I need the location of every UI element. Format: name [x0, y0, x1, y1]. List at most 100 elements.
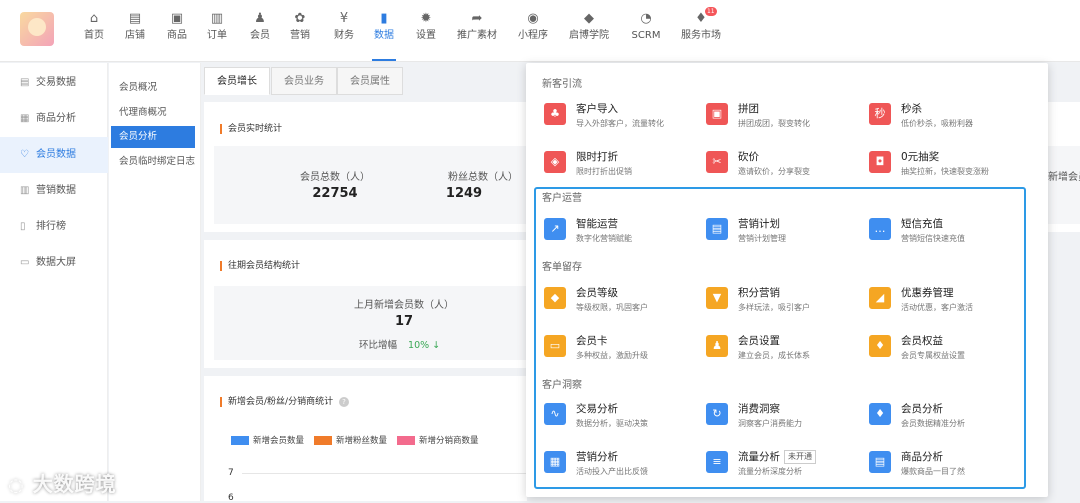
menu-item-title-text: 商品分析: [901, 451, 943, 463]
sidebar-item-marketing-data[interactable]: ▥ 营销数据: [0, 173, 108, 209]
menu-item-title-text: 会员等级: [576, 287, 618, 299]
lottery-icon: ◘: [869, 151, 891, 173]
subnav-item[interactable]: 会员分析: [111, 126, 195, 148]
nav-miniapp[interactable]: ◉ 小程序: [516, 10, 550, 50]
menu-item-desc: 邀请砍价，分享裂变: [738, 167, 810, 176]
nav-goods[interactable]: ▣ 商品: [165, 10, 189, 50]
menu-item-discount[interactable]: ◈ 限时打折 限时打折出促销: [544, 149, 704, 183]
data-sidebar: ▤ 交易数据 ▦ 商品分析 ♡ 会员数据 ▥ 营销数据 ▯ 排行榜 ▭ 数据大屏: [0, 63, 108, 501]
points-icon: ▼: [706, 287, 728, 309]
nav-marketing[interactable]: ✿ 营销: [288, 10, 312, 50]
subnav-item[interactable]: 会员概况: [111, 77, 195, 99]
menu-item-product-analysis[interactable]: ▤ 商品分析 爆款商品一目了然: [869, 449, 1029, 483]
home-icon: ⌂: [89, 11, 99, 26]
member-card-icon: ▭: [544, 335, 566, 357]
down-arrow-icon: ↓: [432, 340, 441, 351]
member-subnav: 会员概况代理商概况 会员分析会员临时绑定日志: [109, 63, 201, 501]
menu-item-member-analysis[interactable]: ♦ 会员分析 会员数据精准分析: [869, 401, 1029, 435]
marketing-apps-dropdown: 新客引流 ♣ 客户导入 导入外部客户，流量转化 ▣ 拼团 拼团成团，裂变转化 秒秒杀 低价秒杀，…: [526, 63, 1048, 497]
menu-item-customer-import[interactable]: ♣ 客户导入 导入外部客户，流量转化: [544, 101, 704, 135]
ring-growth-value: 10%: [408, 340, 430, 351]
order-icon: ▥: [210, 11, 224, 26]
last-month-new-value: 17: [394, 314, 414, 329]
menu-item-title: 砍价: [738, 149, 759, 164]
menu-item-desc: 拼团成团，裂变转化: [738, 119, 810, 128]
consumption-icon: ↻: [706, 403, 728, 425]
sidebar-item-trade[interactable]: ▤ 交易数据: [0, 65, 108, 101]
tab-member-1[interactable]: 会员业务: [271, 67, 337, 95]
menu-item-desc: 低价秒杀，吸粉利器: [901, 119, 973, 128]
notification-badge: 11: [704, 7, 717, 16]
menu-item-title-text: 秒杀: [901, 103, 922, 115]
tab-member-0[interactable]: 会员增长: [204, 67, 270, 95]
nav-store[interactable]: ▤ 店铺: [123, 10, 147, 50]
menu-item-lottery[interactable]: ◘ 0元抽奖 抽奖拉新，快速裂变涨粉: [869, 149, 1029, 183]
nav-market[interactable]: ♦ 服务市场 11: [679, 7, 723, 50]
sidebar-item-member-data[interactable]: ♡ 会员数据: [0, 137, 108, 173]
nav-scrm[interactable]: ◔ SCRM: [630, 10, 662, 50]
nav-share[interactable]: ➦ 推广素材: [455, 10, 499, 50]
menu-item-smart-ops[interactable]: ↗ 智能运营 数字化营销赋能: [544, 216, 704, 250]
menu-item-title: 拼团: [738, 101, 759, 116]
nav-academy[interactable]: ◆ 启博学院: [567, 10, 611, 50]
nav-label: 财务: [334, 30, 354, 41]
menu-item-title: 限时打折: [576, 149, 618, 164]
marketing-analysis-icon: ▦: [544, 451, 566, 473]
nav-member[interactable]: ♟ 会员: [248, 10, 272, 50]
menu-item-title-text: 砍价: [738, 151, 759, 163]
menu-item-member-card[interactable]: ▭ 会员卡 多种权益，激励升级: [544, 333, 704, 367]
legend-label: 新增分销商数量: [419, 436, 479, 446]
menu-item-plan[interactable]: ▤ 营销计划 营销计划管理: [706, 216, 866, 250]
menu-item-member-settings[interactable]: ♟ 会员设置 建立会员，成长体系: [706, 333, 866, 367]
sidebar-item-goods-analysis[interactable]: ▦ 商品分析: [0, 101, 108, 137]
member-analysis-icon: ♦: [869, 403, 891, 425]
menu-item-points[interactable]: ▼ 积分营销 多样玩法，吸引客户: [706, 285, 866, 319]
legend-item[interactable]: 新增分销商数量: [397, 436, 479, 446]
menu-item-coupon[interactable]: ◢ 优惠券管理 活动优惠，客户激活: [869, 285, 1029, 319]
nav-home[interactable]: ⌂ 首页: [82, 10, 106, 50]
tab-member-2[interactable]: 会员属性: [337, 67, 403, 95]
legend-label: 新增粉丝数量: [336, 436, 388, 446]
sidebar-item-screen[interactable]: ▭ 数据大屏: [0, 245, 108, 281]
legend-swatch: [314, 436, 333, 445]
menu-item-marketing-analysis[interactable]: ▦ 营销分析 活动投入产出比反馈: [544, 449, 704, 483]
nav-order[interactable]: ▥ 订单: [205, 10, 229, 50]
menu-item-title: 交易分析: [576, 401, 618, 416]
menu-item-member-level[interactable]: ◆ 会员等级 等级权限，巩固客户: [544, 285, 704, 319]
legend-item[interactable]: 新增粉丝数量: [314, 436, 387, 446]
menu-item-member-rights[interactable]: ♦ 会员权益 会员专属权益设置: [869, 333, 1029, 367]
realtime-stats-title: 会员实时统计: [220, 124, 282, 134]
member-data-icon: ♡: [20, 149, 29, 160]
new-member-label-cut: 新增会员: [1048, 172, 1080, 183]
marketing-icon: ✿: [294, 11, 306, 26]
nav-data[interactable]: ▮ 数据: [372, 10, 396, 61]
menu-item-trade-analysis[interactable]: ∿ 交易分析 数据分析，驱动决策: [544, 401, 704, 435]
finance-icon: ¥: [339, 11, 349, 26]
menu-item-title-text: 交易分析: [576, 403, 618, 415]
help-icon[interactable]: ?: [338, 397, 349, 407]
menu-item-flash-sale[interactable]: 秒秒杀 低价秒杀，吸粉利器: [869, 101, 1029, 135]
legend-item[interactable]: 新增会员数量: [231, 436, 304, 446]
miniapp-icon: ◉: [527, 11, 539, 26]
menu-item-title-text: 营销计划: [738, 218, 780, 230]
nav-finance[interactable]: ¥ 财务: [332, 10, 356, 50]
trade-icon: ▤: [20, 77, 30, 88]
sms-icon: …: [869, 218, 891, 240]
menu-item-bargain[interactable]: ✂ 砍价邀请砍价，分享裂变: [706, 149, 866, 183]
menu-item-consumption[interactable]: ↻ 消费洞察 洞察客户消费能力: [706, 401, 866, 435]
sidebar-item-label: 数据大屏: [36, 257, 76, 268]
subnav-item[interactable]: 代理商概况: [111, 102, 195, 124]
menu-item-title-text: 会员设置: [738, 335, 780, 347]
bargain-icon: ✂: [706, 151, 728, 173]
menu-item-title: 消费洞察: [738, 401, 780, 416]
store-avatar[interactable]: [20, 12, 54, 46]
subnav-item[interactable]: 会员临时绑定日志: [111, 151, 195, 173]
nav-label: 数据: [374, 30, 394, 41]
nav-settings[interactable]: ✹ 设置: [414, 10, 438, 50]
menu-item-group-buy[interactable]: ▣ 拼团 拼团成团，裂变转化: [706, 101, 866, 135]
menu-item-sms[interactable]: … 短信充值 营销短信快速充值: [869, 216, 1029, 250]
menu-item-desc: 数字化营销赋能: [576, 234, 632, 243]
realtime-stats-panel: 会员实时统计 会员总数（人） 22754 粉丝总数（人） 1249: [204, 102, 527, 232]
sidebar-item-rank[interactable]: ▯ 排行榜: [0, 209, 108, 245]
menu-item-traffic[interactable]: ≡ 流量分析 未开通 流量分析深度分析: [706, 449, 866, 483]
